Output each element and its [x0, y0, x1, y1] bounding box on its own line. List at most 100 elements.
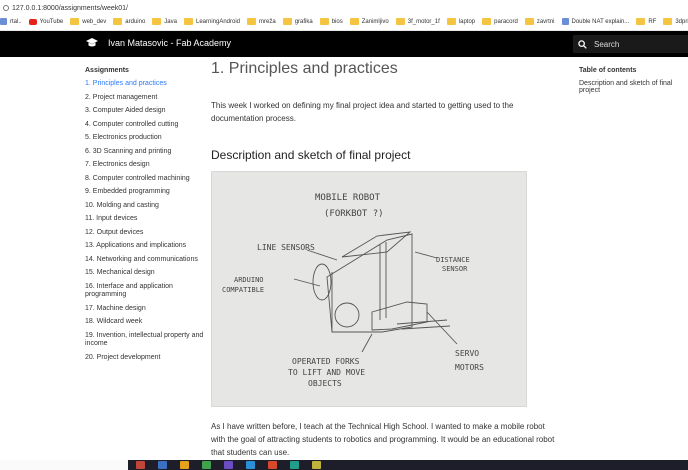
sketch-label-distance-2: SENSOR [442, 265, 468, 273]
page-icon [0, 18, 7, 25]
site-title[interactable]: Ivan Matasovic - Fab Academy [108, 38, 231, 48]
bookmark-item[interactable]: RF [636, 18, 656, 25]
bookmark-item[interactable]: laptop [446, 18, 475, 25]
bookmark-item[interactable]: 3f_motor_1f [395, 18, 440, 25]
folder-icon [152, 18, 162, 25]
folder-icon [282, 18, 292, 25]
bookmark-label: 3dprint [675, 18, 688, 25]
taskbar-app-icon[interactable] [246, 461, 255, 469]
robot-sketch-drawing: MOBILE ROBOT (FORKBOT ?) LINE SENSORS DI… [222, 193, 484, 388]
sidebar-title: Assignments [85, 67, 129, 74]
folder-icon [247, 18, 257, 25]
bookmark-label: Zanimljivo [361, 18, 389, 25]
assignments-sidebar: Assignments 1. Principles and practices 2… [85, 67, 205, 367]
bookmark-label: bios [331, 18, 343, 25]
search-box[interactable]: Search [573, 35, 688, 53]
folder-icon [319, 18, 329, 25]
folder-icon [636, 18, 646, 25]
bookmark-label: 3f_motor_1f [407, 18, 440, 25]
sidebar-item[interactable]: 20. Project development [85, 354, 205, 363]
sketch-label-line-sensors: LINE SENSORS [257, 243, 315, 252]
sketch-label-forks-1: OPERATED FORKS [292, 357, 360, 366]
bookmarks-bar: rtal.. YouTube web_dev arduino Java LearningA… [0, 13, 688, 31]
bookmark-label: web_dev [82, 18, 107, 25]
sketch-label-forks-3: OBJECTS [308, 379, 342, 388]
bookmark-item[interactable]: paracord [482, 18, 518, 25]
bookmark-item[interactable]: arduino [113, 18, 145, 25]
search-input[interactable]: Search [594, 40, 619, 49]
bookmark-item[interactable]: zavrtni [524, 18, 555, 25]
sketch-label-title: MOBILE ROBOT [315, 193, 381, 203]
url-text[interactable]: 127.0.0.1:8000/assignments/week01/ [12, 5, 128, 12]
bookmark-item[interactable]: 3dprint [663, 18, 688, 25]
toc-item[interactable]: Description and sketch of final project [579, 80, 679, 94]
sketch-label-servo-1: SERVO [455, 349, 479, 358]
bookmark-label: LearningAndroid [195, 18, 241, 25]
main-content: 1. Principles and practices This week I … [211, 60, 561, 407]
taskbar-app-icon[interactable] [268, 461, 277, 469]
bookmark-label: arduino [125, 18, 146, 25]
taskbar-app-icon[interactable] [180, 461, 189, 469]
sidebar-item[interactable]: 18. Wildcard week [85, 318, 205, 327]
sidebar-item[interactable]: 4. Computer controlled cutting [85, 121, 205, 130]
sidebar-item[interactable]: 12. Output devices [85, 229, 205, 238]
bookmark-item[interactable]: Double NAT explain... [561, 18, 630, 25]
graduation-cap-icon [86, 38, 98, 47]
bookmark-label: Double NAT explain... [571, 18, 630, 25]
sketch-label-servo-2: MOTORS [455, 363, 484, 372]
intro-paragraph: This week I worked on defining my final … [211, 101, 514, 123]
sketch-label-arduino-2: COMPATIBLE [222, 286, 264, 294]
sidebar-item[interactable]: 14. Networking and communications [85, 256, 205, 265]
bookmark-item[interactable]: Java [152, 18, 177, 25]
sidebar-item[interactable]: 5. Electronics production [85, 134, 205, 143]
folder-icon [446, 18, 456, 25]
sidebar-item[interactable]: 7. Electronics design [85, 161, 205, 170]
taskbar-app-icon[interactable] [158, 461, 167, 469]
bookmark-label: Java [164, 18, 177, 25]
sidebar-item[interactable]: 1. Principles and practices [85, 80, 205, 89]
bookmark-item[interactable]: Zanimljivo [349, 18, 389, 25]
bookmark-item[interactable]: bios [319, 18, 343, 25]
sidebar-item[interactable]: 8. Computer controlled machining [85, 175, 205, 184]
toc-title: Table of contents [579, 67, 637, 74]
folder-icon [349, 18, 359, 25]
bookmark-item[interactable]: rtal.. [0, 18, 22, 25]
downloads-bar [0, 460, 128, 470]
bookmark-label: mreža [259, 18, 276, 25]
section-heading: Description and sketch of final project [211, 148, 411, 162]
bookmark-item[interactable]: LearningAndroid [183, 18, 241, 25]
sidebar-item[interactable]: 11. Input devices [85, 215, 205, 224]
bookmark-item[interactable]: grafika [282, 18, 313, 25]
site-brand[interactable]: Ivan Matasovic - Fab Academy [86, 38, 231, 48]
taskbar-app-icon[interactable] [312, 461, 321, 469]
bookmark-item[interactable]: mreža [247, 18, 276, 25]
bookmark-label: grafika [294, 18, 313, 25]
bookmark-label: RF [648, 18, 657, 25]
site-header: Ivan Matasovic - Fab Academy Search [0, 31, 688, 57]
info-icon[interactable] [3, 5, 9, 11]
sidebar-item[interactable]: 2. Project management [85, 94, 205, 103]
sidebar-item[interactable]: 10. Molding and casting [85, 202, 205, 211]
sketch-label-arduino-1: ARDUINO [234, 276, 264, 284]
youtube-icon [28, 18, 37, 25]
sidebar-item[interactable]: 3. Computer Aided design [85, 107, 205, 116]
bookmark-item[interactable]: YouTube [28, 18, 63, 25]
search-icon [578, 39, 587, 49]
sidebar-item[interactable]: 16. Interface and application programmin… [85, 283, 205, 300]
bookmark-label: rtal.. [10, 18, 22, 25]
taskbar-app-icon[interactable] [224, 461, 233, 469]
taskbar-app-icon[interactable] [290, 461, 299, 469]
robot-sketch-image: MOBILE ROBOT (FORKBOT ?) LINE SENSORS DI… [211, 171, 527, 407]
taskbar-app-icon[interactable] [136, 461, 145, 469]
sidebar-item[interactable]: 19. Invention, intellectual property and… [85, 332, 205, 349]
sidebar-item[interactable]: 17. Machine design [85, 305, 205, 314]
sidebar-item[interactable]: 15. Mechanical design [85, 269, 205, 278]
address-bar[interactable]: 127.0.0.1:8000/assignments/week01/ [0, 0, 688, 13]
sidebar-item[interactable]: 9. Embedded programming [85, 188, 205, 197]
taskbar-app-icon[interactable] [202, 461, 211, 469]
sidebar-item[interactable]: 13. Applications and implications [85, 242, 205, 251]
bookmark-label: zavrtni [536, 18, 555, 25]
bookmark-item[interactable]: web_dev [70, 18, 106, 25]
sidebar-item[interactable]: 6. 3D Scanning and printing [85, 148, 205, 157]
folder-icon [113, 18, 123, 25]
